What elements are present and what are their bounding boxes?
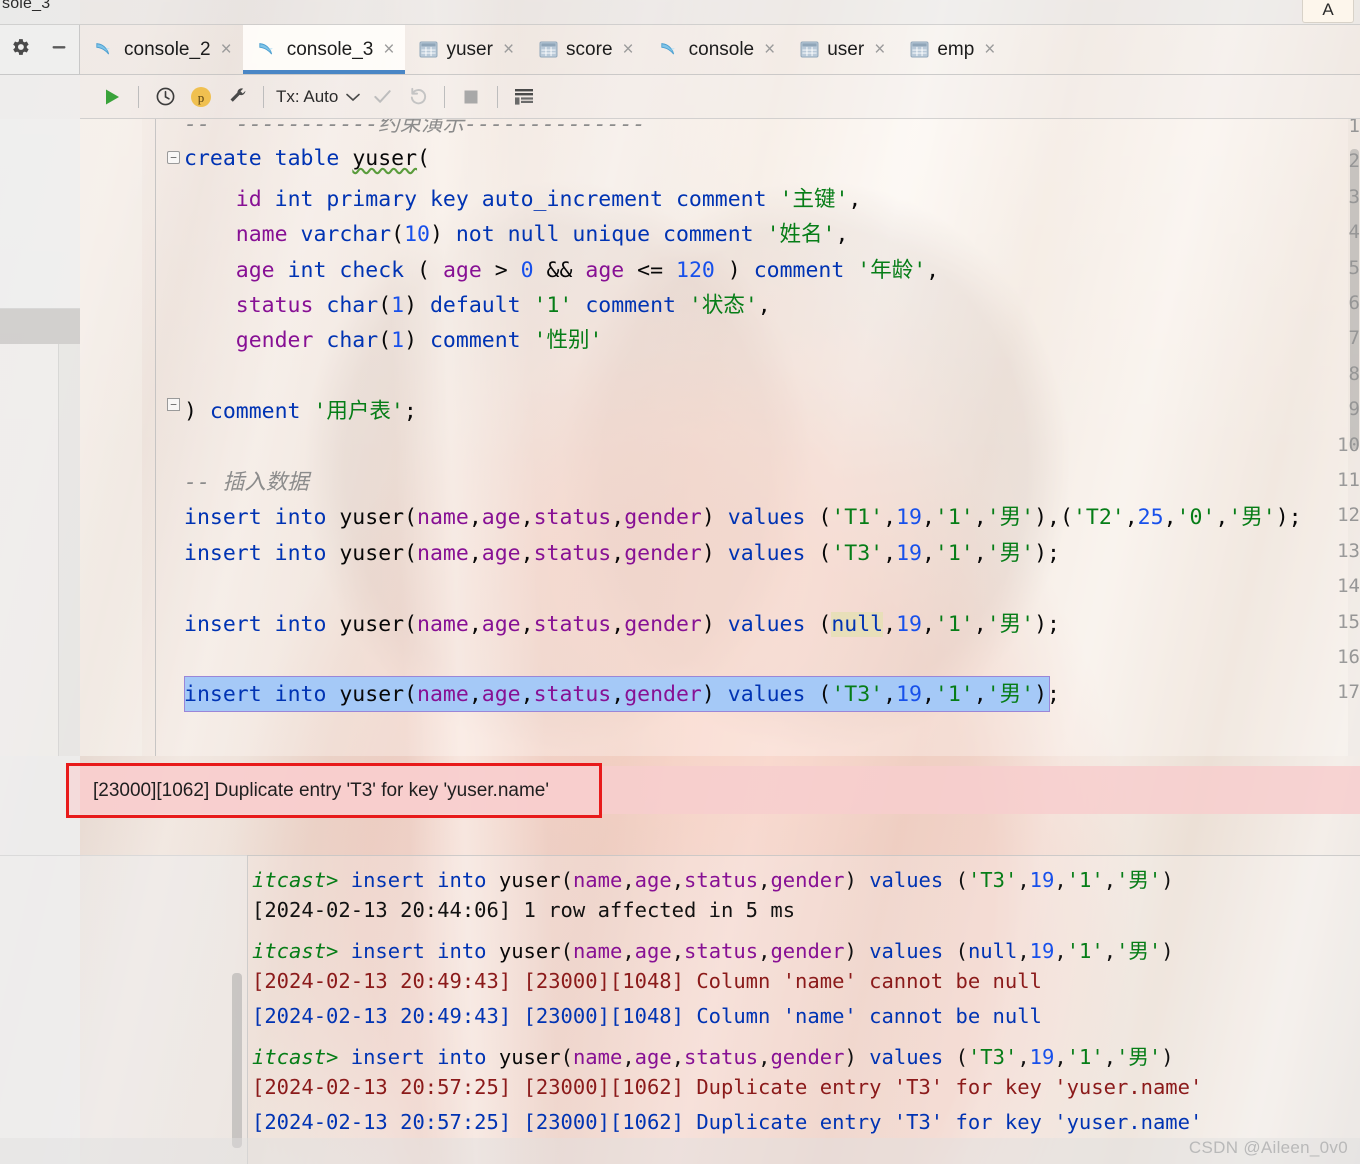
editor-tab-strip: console_2 × console_3 × yuser × score × console ×… [80, 25, 1360, 75]
sql-editor[interactable]: 1 2 3 4 5 6 7 8 9 10 11 12 13 14 15 16 17 -- -----------… [80, 119, 1360, 756]
close-icon[interactable]: × [982, 40, 995, 59]
console-output-line: [2024-02-13 20:57:25] [23000][1062] Dupl… [252, 1074, 1203, 1099]
gear-icon[interactable] [9, 36, 31, 63]
console-output-line: itcast> insert into yuser(name,age,statu… [252, 1044, 1174, 1069]
code-line[interactable]: insert into yuser(name,age,status,gender… [184, 677, 1060, 708]
toolbar-divider-4 [497, 85, 499, 108]
table-icon [419, 41, 438, 58]
code-line[interactable]: create table yuser( [184, 146, 430, 171]
chevron-down-icon[interactable] [342, 79, 364, 115]
tab-label: console_2 [124, 38, 211, 60]
svg-text:p: p [198, 90, 205, 105]
dolphin-icon [94, 40, 116, 60]
sidebar-panel-upper [0, 119, 80, 309]
fold-end-icon[interactable]: − [167, 398, 180, 411]
code-line[interactable]: -- -----------约束演示-------------- [184, 119, 645, 138]
watermark-text: CSDN @Aileen_0v0 [1188, 1138, 1348, 1157]
tab-label: console_3 [286, 38, 374, 60]
status-bar [0, 1138, 1360, 1164]
minimize-icon[interactable] [48, 36, 70, 63]
gutter-separator [155, 119, 156, 756]
console-output-panel[interactable]: itcast> insert into yuser(name,age,statu… [0, 855, 1360, 1164]
code-line[interactable]: name varchar(10) not null unique comment… [184, 217, 849, 248]
stop-icon[interactable] [453, 79, 489, 115]
wrench-icon[interactable] [219, 79, 255, 115]
code-line[interactable]: -- 插入数据 [184, 465, 309, 496]
editor-scroll-thumb[interactable] [1350, 149, 1359, 449]
code-line[interactable]: gender char(1) comment '性别' [184, 323, 603, 354]
close-icon[interactable]: × [621, 40, 634, 59]
console-output-line: itcast> insert into yuser(name,age,statu… [252, 938, 1174, 963]
table-icon [910, 41, 929, 58]
console-output-line: itcast> insert into yuser(name,age,statu… [252, 868, 1174, 892]
editor-gutter [80, 119, 142, 756]
play-icon[interactable] [94, 79, 130, 115]
table-icon [539, 41, 558, 58]
code-line[interactable]: insert into yuser(name,age,status,gender… [184, 607, 1060, 638]
clock-icon[interactable] [147, 79, 183, 115]
window-title-text: sole_3 [2, 0, 51, 12]
rollback-icon[interactable] [400, 79, 436, 115]
tab-label: user [827, 38, 865, 60]
dolphin-icon [659, 40, 681, 60]
console-tool-column [0, 25, 80, 75]
tab-emp[interactable]: emp × [896, 25, 1006, 74]
table-icon [800, 41, 819, 58]
tab-label: emp [937, 38, 975, 60]
dolphin-icon [257, 40, 279, 60]
editor-vertical-scrollbar[interactable] [1348, 119, 1360, 756]
console-output-line: [2024-02-13 20:49:43] [23000][1048] Colu… [252, 968, 1042, 993]
code-line[interactable]: ) comment '用户表'; [184, 394, 417, 425]
console-output-line: [2024-02-13 20:57:25] [23000][1062] Dupl… [252, 1110, 1203, 1135]
tab-score[interactable]: score × [525, 25, 645, 74]
error-banner: [23000][1062] Duplicate entry 'T3' for k… [66, 763, 602, 818]
tab-console[interactable]: console × [645, 25, 787, 74]
error-banner-text: [23000][1062] Duplicate entry 'T3' for k… [93, 779, 549, 801]
tab-label: yuser [446, 38, 493, 60]
tab-label: score [566, 38, 613, 60]
tab-user[interactable]: user × [786, 25, 896, 74]
p-avatar-icon[interactable]: p [183, 79, 219, 115]
sql-console-toolbar: p Tx: Auto [80, 75, 1360, 119]
close-icon[interactable]: × [219, 40, 232, 59]
top-right-tab-fragment[interactable]: A [1302, 0, 1354, 23]
tab-label: console [688, 38, 755, 60]
output-table-icon[interactable] [506, 79, 542, 115]
check-icon[interactable] [364, 79, 400, 115]
fold-collapse-icon[interactable]: − [167, 151, 180, 164]
close-icon[interactable]: × [381, 40, 394, 59]
code-line[interactable]: insert into yuser(name,age,status,gender… [184, 500, 1302, 531]
code-line[interactable]: id int primary key auto_increment commen… [184, 182, 862, 213]
close-icon[interactable]: × [872, 40, 885, 59]
code-line[interactable]: age int check ( age > 0 && age <= 120 ) … [184, 253, 939, 284]
tab-console-2[interactable]: console_2 × [80, 25, 243, 74]
console-left-margin [0, 855, 248, 1164]
toolbar-divider-1 [138, 85, 139, 108]
console-output-line: [2024-02-13 20:49:43] [23000][1048] Colu… [252, 1004, 1042, 1029]
close-icon[interactable]: × [762, 40, 775, 59]
toolbar-divider-3 [444, 85, 446, 108]
tx-mode-label[interactable]: Tx: Auto [272, 87, 342, 107]
close-icon[interactable]: × [501, 40, 514, 59]
toolbar-divider-2 [263, 85, 264, 108]
console-output-line: [2024-02-13 20:44:06] 1 row affected in … [252, 898, 796, 923]
sidebar-splitter[interactable] [58, 344, 80, 756]
tab-console-3[interactable]: console_3 × [242, 25, 406, 74]
window-title-fragment: sole_3 A [0, 0, 1360, 25]
code-line[interactable]: status char(1) default '1' comment '状态', [184, 288, 771, 319]
console-scroll-thumb[interactable] [232, 973, 242, 1148]
tab-yuser[interactable]: yuser × [405, 25, 525, 74]
code-line[interactable]: insert into yuser(name,age,status,gender… [184, 536, 1060, 567]
sidebar-selected-row[interactable] [0, 309, 80, 344]
